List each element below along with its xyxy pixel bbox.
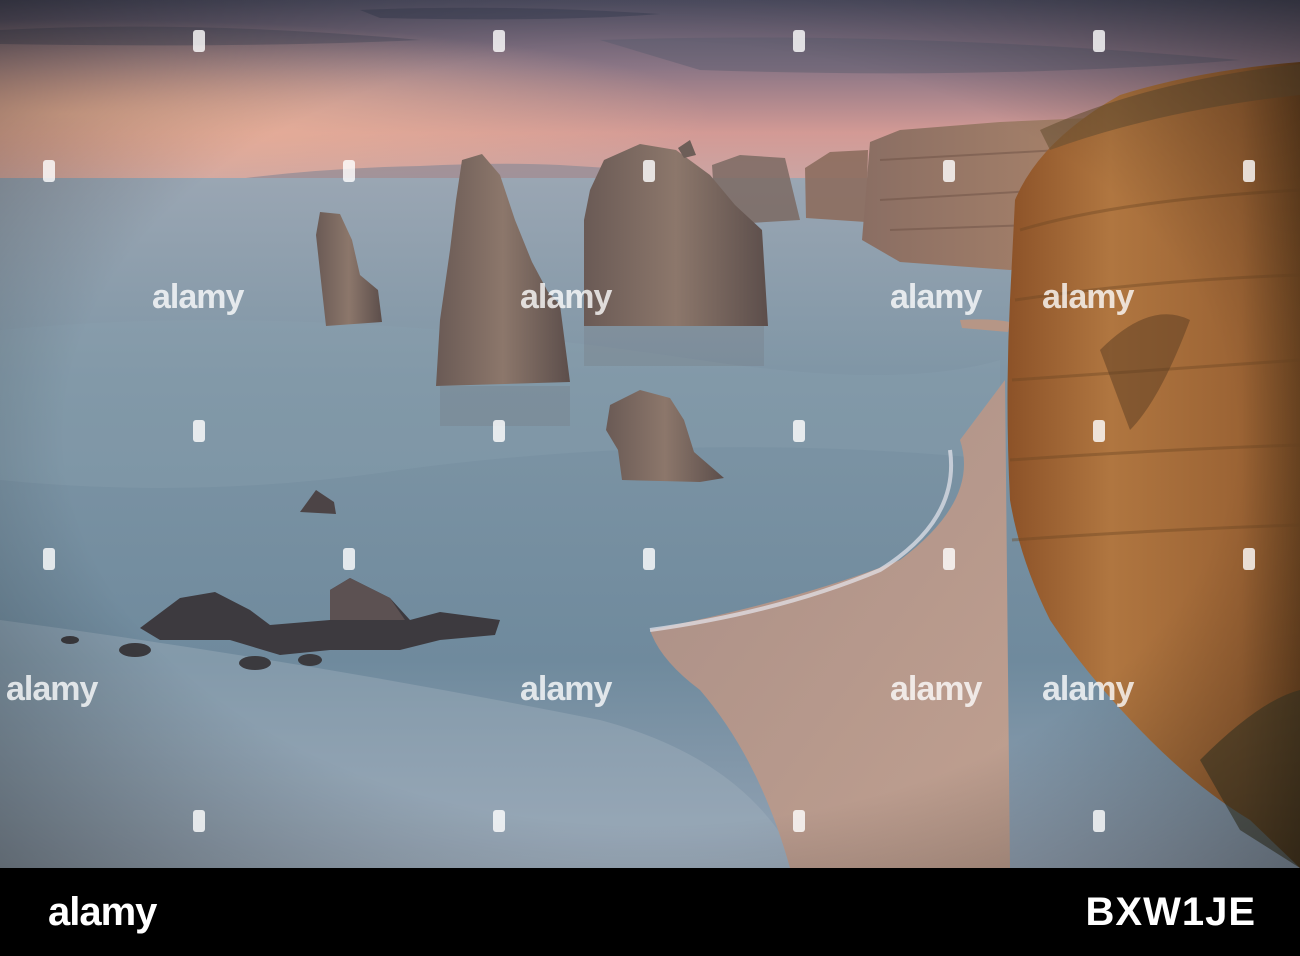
watermark: alamy xyxy=(520,670,612,708)
watermark-dot xyxy=(193,30,205,52)
watermark: alamy xyxy=(890,670,982,708)
image-id: BXW1JE xyxy=(1085,890,1256,934)
watermark-dot xyxy=(1243,160,1255,182)
watermark-dot xyxy=(643,160,655,182)
watermark-dot xyxy=(793,420,805,442)
watermark-dot xyxy=(1093,30,1105,52)
watermark-dot xyxy=(1093,420,1105,442)
watermark: alamy xyxy=(520,278,612,316)
watermark-dot xyxy=(943,548,955,570)
watermark: alamy xyxy=(152,278,244,316)
watermark-dot xyxy=(343,548,355,570)
watermark-dot xyxy=(793,30,805,52)
watermark: alamy xyxy=(1042,670,1134,708)
watermark-dot xyxy=(643,548,655,570)
footer-bar: alamy BXW1JE xyxy=(0,868,1300,956)
watermark-dot xyxy=(943,160,955,182)
watermark-dot xyxy=(193,810,205,832)
watermark: alamy xyxy=(890,278,982,316)
watermark: alamy xyxy=(6,670,98,708)
watermark-dot xyxy=(493,420,505,442)
watermark-dot xyxy=(493,30,505,52)
watermark-dot xyxy=(43,160,55,182)
watermark: alamy xyxy=(1042,278,1134,316)
watermark-dot xyxy=(1243,548,1255,570)
alamy-logo: alamy xyxy=(48,890,157,934)
watermark-dot xyxy=(193,420,205,442)
watermark-dot xyxy=(793,810,805,832)
watermark-dot xyxy=(343,160,355,182)
watermark-dot xyxy=(1093,810,1105,832)
watermark-dot xyxy=(493,810,505,832)
watermark-dot xyxy=(43,548,55,570)
